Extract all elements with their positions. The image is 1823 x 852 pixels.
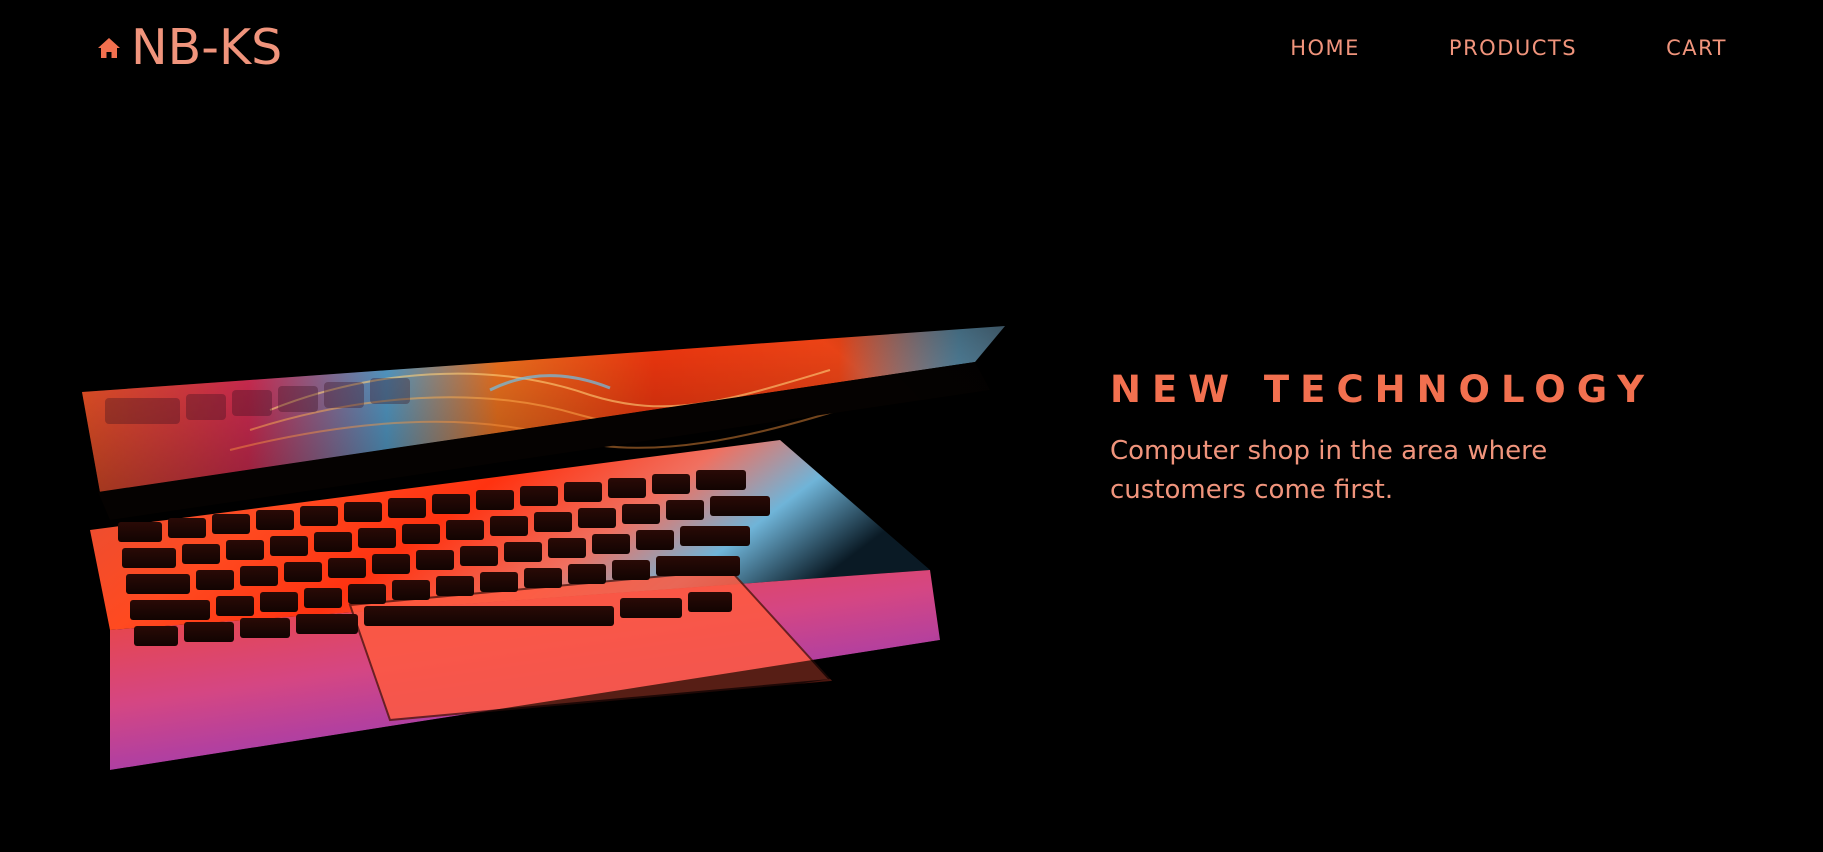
nav-cart[interactable]: CART — [1666, 34, 1727, 62]
home-icon — [95, 34, 123, 62]
nav-home[interactable]: HOME — [1290, 34, 1360, 62]
hero-title: NEW TECHNOLOGY — [1110, 368, 1656, 411]
page: NB-KS HOME PRODUCTS CART NEW TECHNOLOGY … — [0, 0, 1823, 852]
brand-logo-link[interactable]: NB-KS — [95, 18, 282, 78]
site-header: NB-KS HOME PRODUCTS CART — [0, 0, 1823, 96]
hero-subtitle: Computer shop in the area where customer… — [1110, 436, 1548, 505]
nav-products[interactable]: PRODUCTS — [1449, 34, 1577, 62]
hero-text: NEW TECHNOLOGY Computer shop in the area… — [1110, 366, 1750, 510]
hero-laptop-image — [70, 300, 1110, 800]
brand-name: NB-KS — [131, 19, 283, 76]
main-nav: HOME PRODUCTS CART — [1201, 34, 1727, 62]
